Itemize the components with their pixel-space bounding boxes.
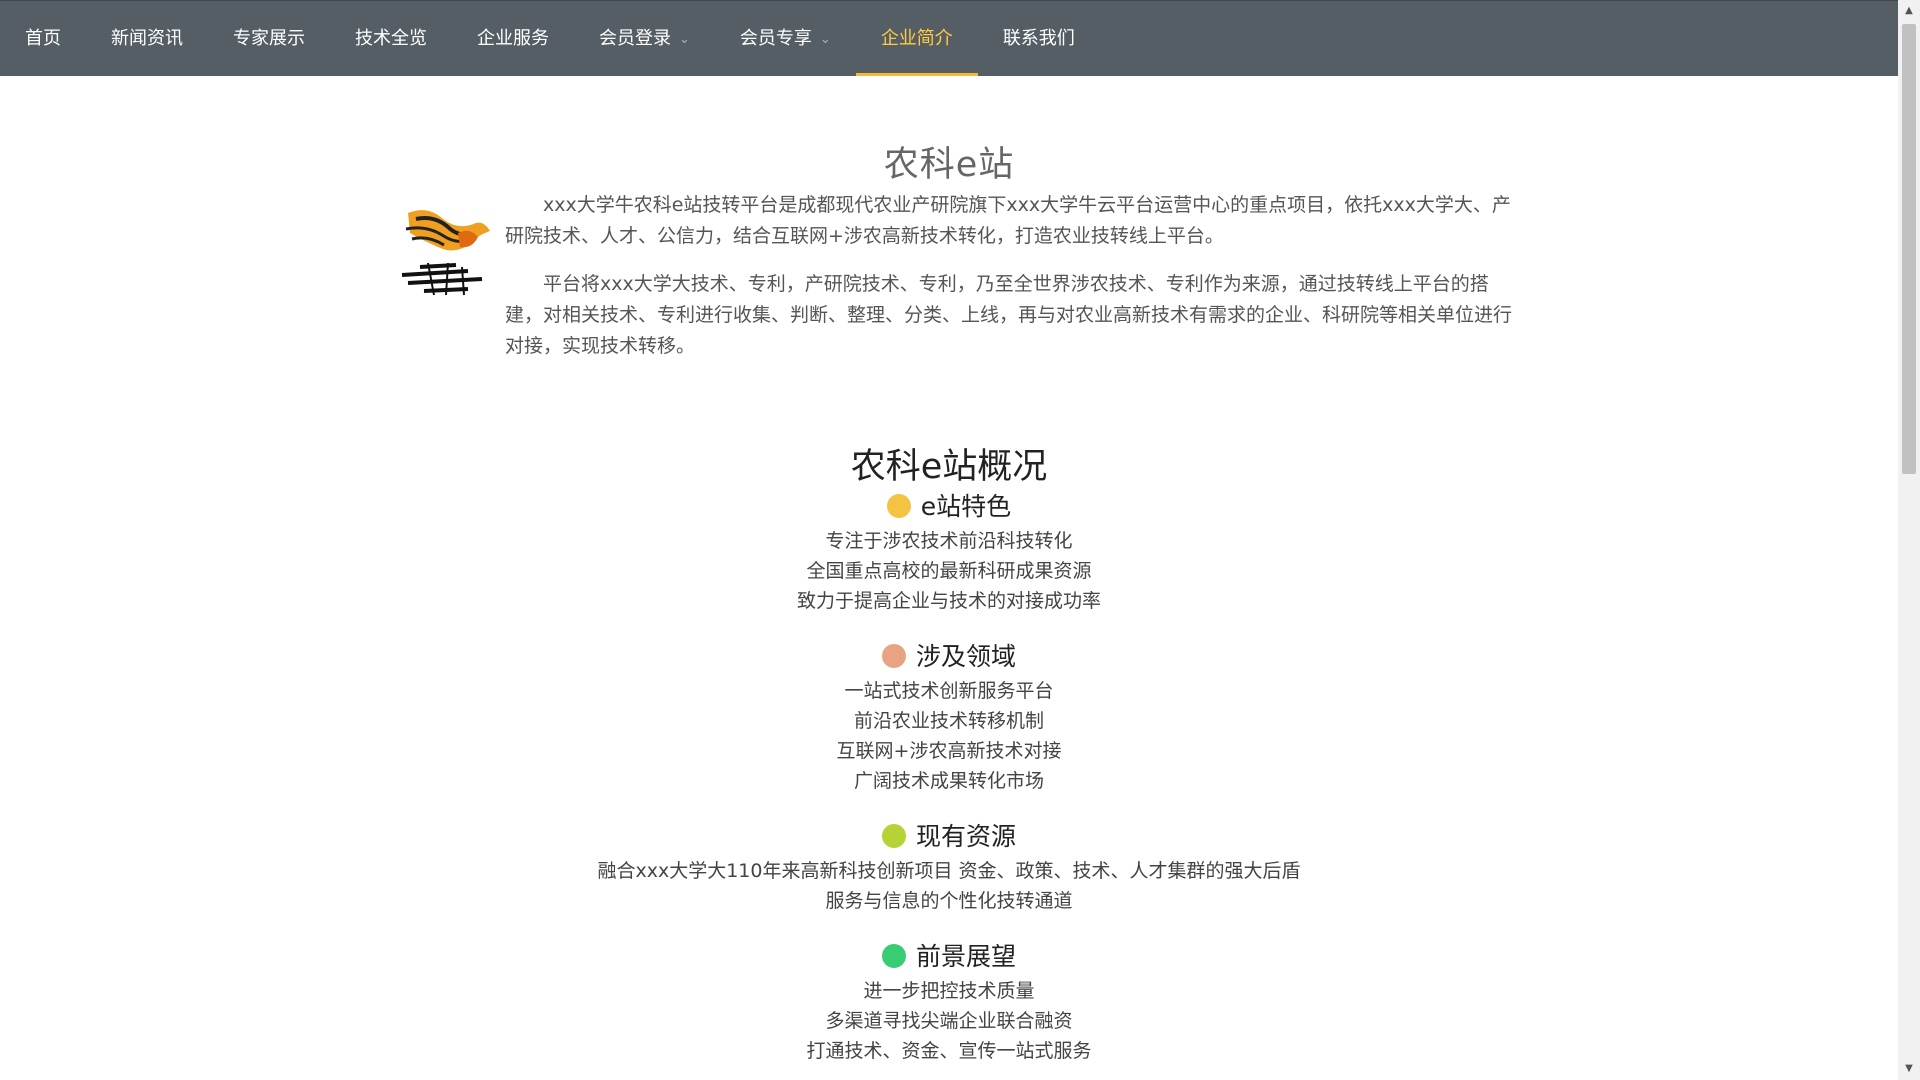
feature-line: 打通技术、资金、宣传一站式服务 [806, 1040, 1092, 1062]
feature-line: 全国重点高校的最新科研成果资源 [806, 560, 1092, 582]
feature-line: 一站式技术创新服务平台 [844, 680, 1054, 702]
feature-line: 多渠道寻找尖端企业联合融资 [825, 1010, 1073, 1032]
intro-paragraph: xxx大学牛农科e站技转平台是成都现代农业产研院旗下xxx大学牛云平台运营中心的… [505, 194, 1511, 247]
nav-item-home[interactable]: 首页 [0, 1, 86, 76]
nav-item-member-login[interactable]: 会员登录 ⌄ [574, 1, 715, 76]
scroll-down-arrow-icon[interactable]: ▼ [1898, 1058, 1920, 1080]
feature-title: e站特色 [920, 492, 1012, 521]
feature-title: 涉及领域 [915, 642, 1016, 671]
nav-item-company-profile[interactable]: 企业简介 [855, 1, 978, 76]
feature-line: 致力于提高企业与技术的对接成功率 [796, 590, 1101, 612]
feature-line: 服务与信息的个性化技转通道 [825, 890, 1073, 912]
feature-line: 融合xxx大学大110年来高新科技创新项目 资金、政策、技术、人才集群的强大后盾 [597, 860, 1301, 882]
intro-title: 农科e站 [883, 145, 1015, 185]
nav-item-experts[interactable]: 专家展示 [208, 1, 330, 76]
feature-line: 专注于涉农技术前沿科技转化 [825, 530, 1073, 552]
intro-description: xxx大学牛农科e站技转平台是成都现代农业产研院旗下xxx大学牛云平台运营中心的… [505, 190, 1517, 379]
green-dot-icon [881, 944, 906, 968]
nav-item-label: 会员专享 [739, 28, 812, 49]
nav-item-contact[interactable]: 联系我们 [978, 1, 1100, 76]
nav-item-member-exclusive[interactable]: 会员专享 ⌄ [715, 1, 856, 76]
nav-item-label: 企业服务 [477, 28, 549, 49]
overview-title: 农科e站概况 [850, 447, 1048, 487]
nav-item-label: 新闻资讯 [111, 28, 183, 49]
scroll-up-arrow-icon[interactable]: ▲ [1898, 0, 1920, 22]
feature-heading: 前景展望 [0, 938, 1898, 976]
logo-image [401, 210, 490, 296]
feature-section-resources: 现有资源 融合xxx大学大110年来高新科技创新项目 资金、政策、技术、人才集群… [0, 818, 1898, 916]
top-navigation-bar: 首页 新闻资讯 专家展示 技术全览 企业服务 会员登录 ⌄ 会员专享 ⌄ 企业简介 … [0, 0, 1898, 76]
feature-heading: e站特色 [0, 488, 1898, 526]
feature-section-fields: 涉及领域 一站式技术创新服务平台 前沿农业技术转移机制 互联网+涉农高新技术对接… [0, 638, 1898, 796]
nav-item-technology[interactable]: 技术全览 [330, 1, 452, 76]
nav-item-label: 企业简介 [880, 28, 953, 49]
intro-paragraph: 平台将xxx大学大技术、专利，产研院技术、专利，乃至全世界涉农技术、专利作为来源… [505, 273, 1513, 357]
feature-line: 进一步把控技术质量 [863, 980, 1035, 1002]
chevron-down-icon: ⌄ [679, 31, 690, 47]
chevron-down-icon: ⌄ [819, 31, 831, 47]
feature-title: 前景展望 [915, 942, 1016, 971]
salmon-dot-icon [881, 644, 906, 668]
nav-item-enterprise-services[interactable]: 企业服务 [452, 1, 574, 76]
feature-line: 互联网+涉农高新技术对接 [836, 740, 1062, 762]
vertical-scrollbar[interactable]: ▲ ▼ [1898, 0, 1920, 1080]
yellow-dot-icon [886, 494, 911, 518]
feature-heading: 涉及领域 [0, 638, 1898, 676]
lime-dot-icon [881, 824, 906, 848]
nav-item-label: 专家展示 [233, 28, 305, 49]
feature-heading: 现有资源 [0, 818, 1898, 856]
scrollbar-thumb[interactable] [1902, 24, 1916, 474]
feature-title: 现有资源 [915, 822, 1016, 851]
nav-item-label: 联系我们 [1002, 28, 1075, 49]
feature-line: 前沿农业技术转移机制 [853, 710, 1044, 732]
nav-item-label: 会员登录 [599, 28, 671, 49]
feature-section-highlights: e站特色 专注于涉农技术前沿科技转化 全国重点高校的最新科研成果资源 致力于提高… [0, 488, 1898, 616]
nav-item-label: 技术全览 [355, 28, 427, 49]
feature-section-outlook: 前景展望 进一步把控技术质量 多渠道寻找尖端企业联合融资 打通技术、资金、宣传一… [0, 938, 1898, 1066]
nav-item-news[interactable]: 新闻资讯 [86, 1, 208, 76]
nav-item-label: 首页 [25, 28, 61, 49]
nav-menu: 首页 新闻资讯 专家展示 技术全览 企业服务 会员登录 ⌄ 会员专享 ⌄ 企业简介 … [0, 1, 1898, 76]
feature-line: 广阔技术成果转化市场 [853, 770, 1044, 792]
